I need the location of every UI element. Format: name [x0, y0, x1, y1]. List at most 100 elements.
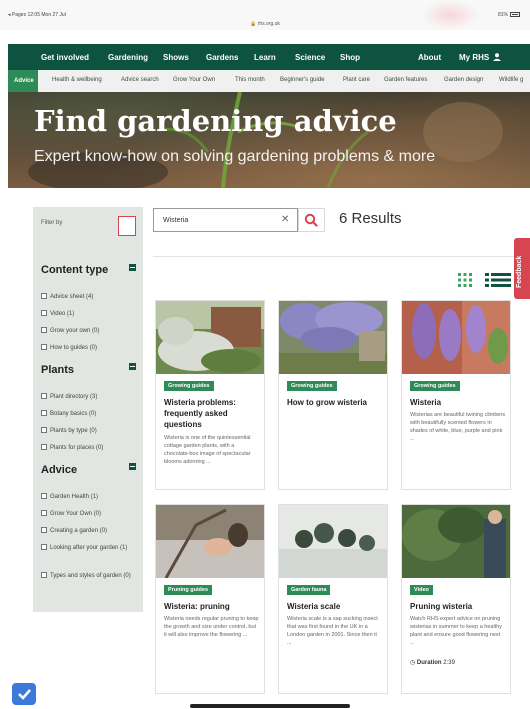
- subnav-beginners-guide[interactable]: Beginner's guide: [280, 77, 325, 83]
- search-input[interactable]: Wisteria ✕: [153, 208, 298, 232]
- result-card-title[interactable]: Pruning wisteria: [410, 601, 506, 612]
- clear-icon[interactable]: ✕: [281, 214, 289, 225]
- filter-option[interactable]: Advice sheet (4): [41, 292, 139, 303]
- subnav-wildlife[interactable]: Wildlife g: [499, 77, 523, 83]
- clock-icon: ◷: [410, 660, 416, 666]
- result-card[interactable]: Pruning guides Wisteria: pruning Wisteri…: [155, 504, 265, 694]
- filter-option[interactable]: Creating a garden (0): [41, 526, 139, 537]
- lock-icon: 🔒: [250, 21, 257, 27]
- filter-option-label: Plant directory (3): [50, 394, 98, 400]
- subnav-advice-search[interactable]: Advice search: [121, 77, 159, 83]
- filter-option[interactable]: Plants for places (0): [41, 443, 139, 454]
- checkbox[interactable]: [41, 444, 47, 450]
- subnav-health-wellbeing[interactable]: Health & wellbeing: [52, 77, 102, 83]
- result-card-description: Wisteria needs regular pruning to keep t…: [164, 616, 259, 638]
- filter-option[interactable]: Video (1): [41, 309, 139, 320]
- subnav-plant-care[interactable]: Plant care: [343, 77, 370, 83]
- subnav-grow-your-own[interactable]: Grow Your Own: [173, 77, 215, 83]
- battery-percent: 81%: [497, 12, 508, 18]
- checkbox[interactable]: [41, 493, 47, 499]
- nav-my-rhs-label: My RHS: [459, 53, 490, 62]
- subnav-this-month[interactable]: This month: [235, 77, 265, 83]
- filter-option-label: Grow Your Own (0): [50, 511, 102, 517]
- grid-view-icon[interactable]: [457, 272, 473, 288]
- subnav-garden-design[interactable]: Garden design: [444, 77, 483, 83]
- result-card-title[interactable]: Wisteria scale: [287, 601, 383, 612]
- filter-option[interactable]: Grow Your Own (0): [41, 509, 139, 520]
- filter-option-label: Looking after your garden (1): [50, 545, 128, 551]
- duration-label: Duration: [416, 660, 442, 666]
- search-button[interactable]: [298, 208, 325, 232]
- nav-about[interactable]: About: [418, 53, 441, 62]
- subnav-advice[interactable]: Advice: [8, 70, 38, 92]
- filter-option[interactable]: Plants by type (0): [41, 426, 139, 437]
- filter-section-advice[interactable]: Advice: [41, 464, 77, 476]
- result-card-title[interactable]: Wisteria: [410, 397, 506, 408]
- result-card-description: Wisteria is one of the quintessential co…: [164, 435, 251, 465]
- checkbox[interactable]: [41, 310, 47, 316]
- checkbox[interactable]: [41, 410, 47, 416]
- feedback-label: Feedback: [516, 255, 523, 288]
- checkmark-icon: [18, 689, 31, 700]
- result-card-title[interactable]: Wisteria problems: frequently asked ques…: [164, 397, 260, 430]
- collapse-icon[interactable]: [129, 363, 136, 370]
- nav-gardens[interactable]: Gardens: [206, 53, 238, 62]
- battery-icon: [510, 12, 520, 18]
- collapse-icon[interactable]: [129, 264, 136, 271]
- filter-section-plants[interactable]: Plants: [41, 364, 74, 376]
- url-bar[interactable]: 🔒 rhs.org.uk: [0, 21, 530, 27]
- result-card-image: [279, 301, 387, 374]
- user-icon: [493, 53, 502, 61]
- checkbox[interactable]: [41, 293, 47, 299]
- filter-option-label: Garden Health (1): [50, 494, 99, 500]
- result-card-description: Watch RHS expert advice on pruning wiste…: [410, 616, 503, 646]
- filter-option[interactable]: How to guides (0): [41, 343, 139, 354]
- filter-option[interactable]: Garden Health (1): [41, 492, 139, 503]
- nav-shows[interactable]: Shows: [163, 53, 189, 62]
- nav-gardening[interactable]: Gardening: [108, 53, 148, 62]
- main-nav: Get involved Gardening Shows Gardens Lea…: [8, 44, 530, 70]
- nav-get-involved[interactable]: Get involved: [41, 53, 89, 62]
- filter-option[interactable]: Grow your own (0): [41, 326, 139, 337]
- filter-option[interactable]: Looking after your garden (1): [41, 543, 139, 554]
- result-card[interactable]: Growing guides Wisteria problems: freque…: [155, 300, 265, 490]
- result-card[interactable]: Growing guides How to grow wisteria: [278, 300, 388, 490]
- page-title: Find gardening advice: [34, 104, 397, 138]
- checkbox[interactable]: [41, 544, 47, 550]
- nav-shop[interactable]: Shop: [340, 53, 360, 62]
- filter-option-label: Plants for places (0): [50, 445, 104, 451]
- filter-option[interactable]: Plant directory (3): [41, 392, 139, 403]
- url-text: rhs.org.uk: [257, 21, 280, 27]
- nav-learn[interactable]: Learn: [254, 53, 276, 62]
- result-card[interactable]: Garden fauna Wisteria scale Wisteria sca…: [278, 504, 388, 694]
- filter-by-label: Filter by: [41, 220, 63, 226]
- result-card-description: Wisteria scale is a sap sucking insect t…: [287, 616, 378, 646]
- chat-icon[interactable]: [12, 683, 36, 705]
- filter-panel: Filter by Content type Advice sheet (4) …: [33, 207, 143, 612]
- filter-section-content-type[interactable]: Content type: [41, 264, 108, 276]
- result-card-title[interactable]: How to grow wisteria: [287, 397, 383, 408]
- checkbox[interactable]: [41, 510, 47, 516]
- checkbox[interactable]: [41, 344, 47, 350]
- filter-option[interactable]: Types and styles of garden (0): [41, 571, 139, 582]
- checkbox[interactable]: [41, 572, 47, 578]
- nav-my-rhs[interactable]: My RHS: [459, 53, 502, 62]
- home-indicator[interactable]: [190, 704, 350, 708]
- subnav-garden-features[interactable]: Garden features: [384, 77, 427, 83]
- results-divider: [153, 256, 514, 257]
- result-card[interactable]: Growing guides Wisteria Wisterias are be…: [401, 300, 511, 490]
- list-view-icon[interactable]: [485, 272, 511, 288]
- checkbox[interactable]: [41, 327, 47, 333]
- result-card-title[interactable]: Wisteria: pruning: [164, 601, 260, 612]
- checkbox[interactable]: [41, 427, 47, 433]
- checkbox[interactable]: [41, 527, 47, 533]
- filter-toggle-button[interactable]: [118, 216, 136, 236]
- nav-science[interactable]: Science: [295, 53, 325, 62]
- collapse-icon[interactable]: [129, 463, 136, 470]
- content-type-badge: Video: [410, 585, 433, 595]
- result-card[interactable]: Video Pruning wisteria Watch RHS expert …: [401, 504, 511, 694]
- filter-option[interactable]: Botany basics (0): [41, 409, 139, 420]
- search-input-value: Wisteria: [163, 217, 189, 224]
- feedback-tab[interactable]: Feedback: [514, 238, 530, 299]
- checkbox[interactable]: [41, 393, 47, 399]
